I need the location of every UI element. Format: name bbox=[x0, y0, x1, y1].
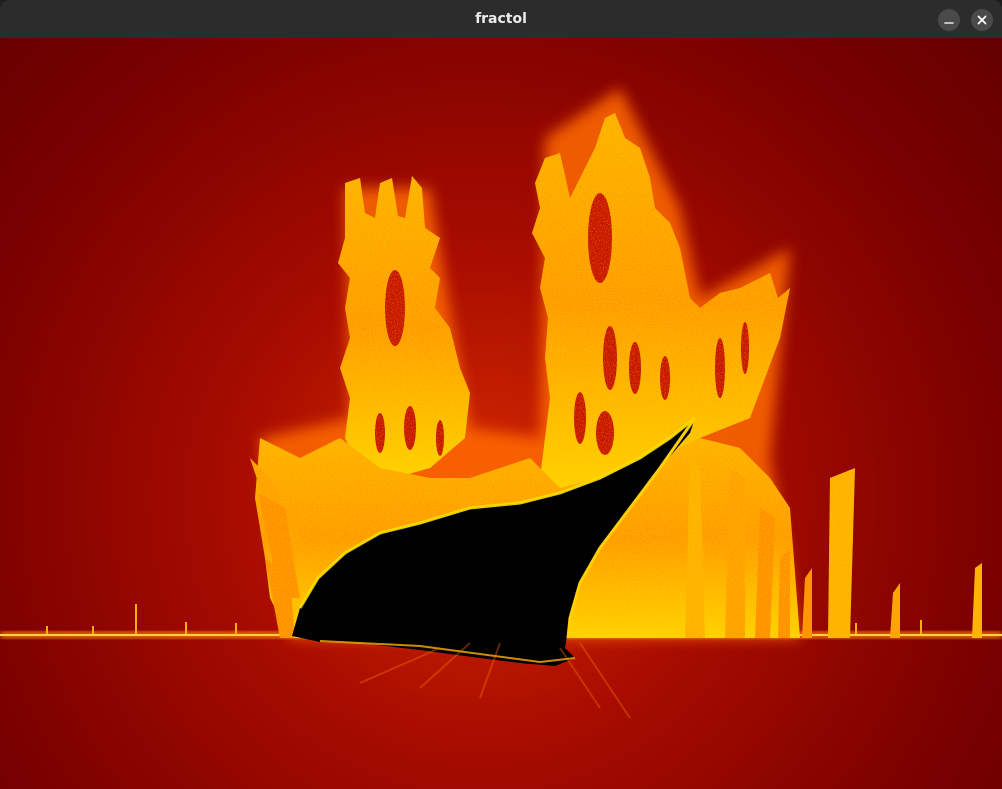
window-title: fractol bbox=[475, 11, 527, 27]
close-button[interactable] bbox=[971, 9, 993, 31]
minimize-button[interactable] bbox=[938, 9, 960, 31]
titlebar[interactable]: fractol bbox=[0, 0, 1002, 39]
fractal-image bbox=[0, 38, 1002, 789]
app-window: fractol bbox=[0, 0, 1002, 789]
fractal-canvas[interactable] bbox=[0, 38, 1002, 789]
close-icon bbox=[977, 15, 987, 25]
minimize-icon bbox=[944, 22, 954, 24]
